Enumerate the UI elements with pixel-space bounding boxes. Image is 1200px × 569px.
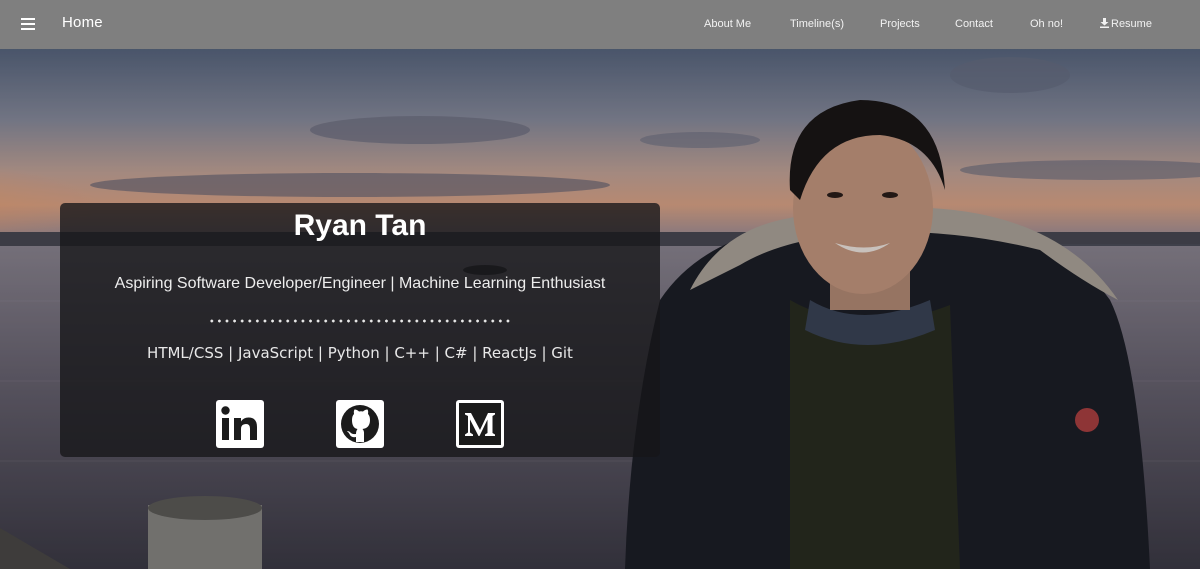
nav-link-timelines[interactable]: Timeline(s) bbox=[790, 18, 844, 30]
download-icon bbox=[1100, 18, 1109, 28]
resume-label: Resume bbox=[1111, 18, 1152, 30]
github-icon[interactable] bbox=[336, 400, 384, 448]
navbar: Home About Me Timeline(s) Projects Conta… bbox=[0, 0, 1200, 49]
page: Home About Me Timeline(s) Projects Conta… bbox=[0, 0, 1200, 569]
nav-link-resume[interactable]: Resume bbox=[1100, 18, 1152, 30]
nav-link-about-me[interactable]: About Me bbox=[704, 18, 751, 30]
home-link[interactable]: Home bbox=[62, 14, 103, 31]
nav-link-contact[interactable]: Contact bbox=[955, 18, 993, 30]
hero-skills: HTML/CSS | JavaScript | Python | C++ | C… bbox=[147, 344, 573, 362]
hero-card: Ryan Tan Aspiring Software Developer/Eng… bbox=[60, 203, 660, 457]
dotted-divider bbox=[208, 319, 512, 323]
hero-tagline: Aspiring Software Developer/Engineer | M… bbox=[114, 275, 606, 292]
hamburger-icon[interactable] bbox=[18, 15, 38, 33]
hero-name: Ryan Tan bbox=[293, 209, 427, 242]
medium-icon[interactable] bbox=[456, 400, 504, 448]
linkedin-icon[interactable] bbox=[216, 400, 264, 448]
nav-link-projects[interactable]: Projects bbox=[880, 18, 920, 30]
nav-link-oh-no[interactable]: Oh no! bbox=[1030, 18, 1063, 30]
